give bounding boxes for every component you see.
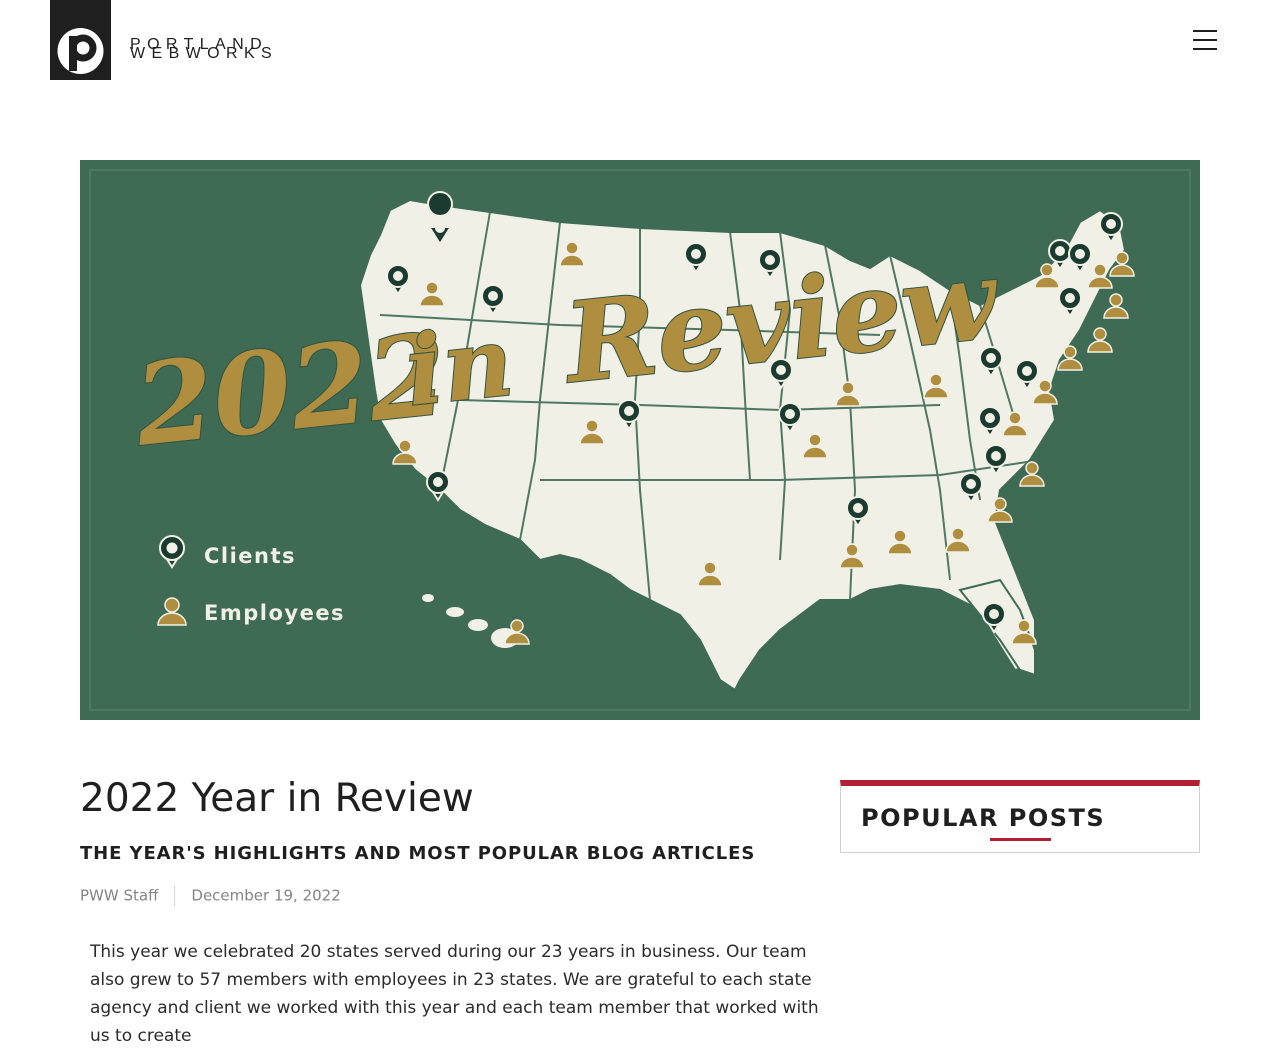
- brand-wordmark[interactable]: PORTLAND WEBWORKS: [130, 37, 278, 62]
- article-meta: PWW Staff December 19, 2022: [80, 886, 341, 906]
- legend-employee-icon: [157, 597, 187, 626]
- legend-pin-icon: [159, 535, 185, 569]
- logo-p-icon: [57, 28, 104, 74]
- article-body: This year we celebrated 20 states served…: [90, 942, 819, 1046]
- page-subtitle: THE YEAR'S HIGHLIGHTS AND MOST POPULAR B…: [80, 843, 756, 864]
- hero-legend: Clients Employees: [157, 535, 345, 626]
- logo-mark[interactable]: [50, 0, 111, 80]
- hero-title-in: in: [401, 304, 518, 427]
- page-title: 2022 Year in Review: [80, 776, 474, 821]
- popular-posts-title: POPULAR POSTS: [861, 804, 1106, 832]
- legend-employees-label: Employees: [204, 601, 345, 625]
- meta-divider: [174, 886, 176, 906]
- publish-date: December 19, 2022: [191, 886, 341, 905]
- popular-posts-widget: POPULAR POSTS: [840, 780, 1200, 853]
- brand-line-2: WEBWORKS: [130, 45, 279, 62]
- author-name[interactable]: PWW Staff: [80, 887, 158, 905]
- hero-image: 2022 in Review Clients Employees: [80, 160, 1200, 720]
- hamburger-menu-icon[interactable]: [1190, 28, 1220, 52]
- popular-posts-underline: [990, 838, 1051, 841]
- legend-clients-label: Clients: [204, 544, 296, 568]
